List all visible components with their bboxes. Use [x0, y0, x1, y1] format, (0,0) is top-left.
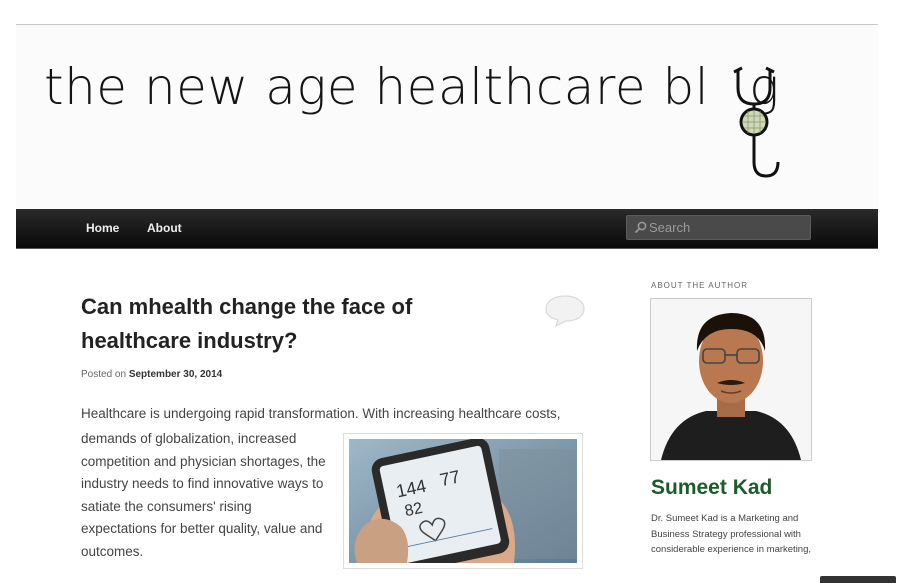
- widget-title-about-author: ABOUT THE AUTHOR: [651, 281, 749, 290]
- main-navigation: Home About: [16, 209, 878, 249]
- stethoscope-logo-icon: [733, 66, 780, 178]
- post-date-link[interactable]: September 30, 2014: [129, 369, 222, 380]
- author-avatar: [650, 298, 812, 461]
- post-image[interactable]: 144 77 82: [343, 433, 583, 574]
- corner-widget-tab[interactable]: [820, 576, 896, 583]
- nav-item-home[interactable]: Home: [86, 221, 119, 235]
- comment-bubble-icon[interactable]: [544, 294, 586, 328]
- search-input[interactable]: [649, 216, 807, 239]
- post-body-text: demands of globalization, increased comp…: [81, 431, 326, 559]
- author-bio: Dr. Sumeet Kad is a Marketing and Busine…: [651, 513, 812, 555]
- mhealth-phone-image: 144 77 82: [349, 437, 579, 574]
- blog-title-text: the new age healthcare bl: [44, 58, 710, 116]
- nav-item-about[interactable]: About: [147, 221, 182, 235]
- posted-on-label: Posted on: [81, 369, 127, 380]
- reading-pulse: 77: [438, 466, 462, 490]
- post-meta: Posted on September 30, 2014: [81, 369, 222, 380]
- search-box[interactable]: [626, 215, 811, 240]
- post-title-link[interactable]: Can mhealth change the face of healthcar…: [81, 290, 511, 358]
- post-intro-text: Healthcare is undergoing rapid transform…: [81, 406, 561, 421]
- reading-diastolic: 82: [403, 500, 424, 520]
- search-icon: [634, 221, 647, 234]
- blog-title[interactable]: the new age healthcare bl g: [44, 58, 780, 116]
- author-name: Sumeet Kad: [651, 476, 773, 499]
